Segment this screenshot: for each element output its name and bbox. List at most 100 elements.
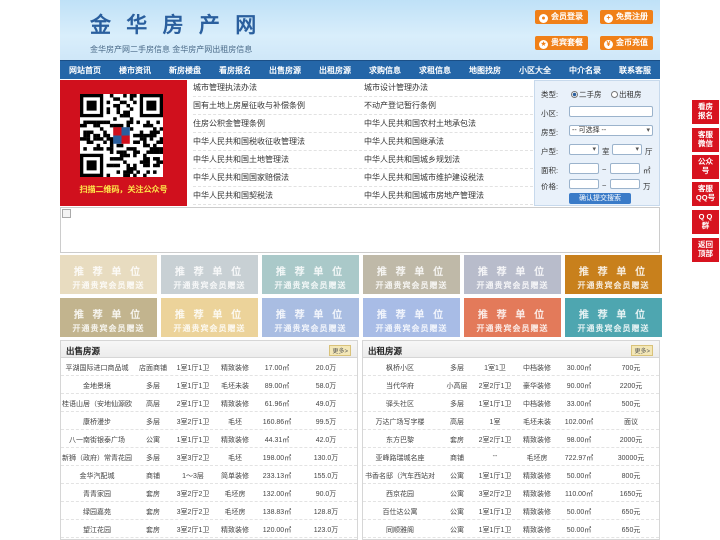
nav-item[interactable]: 新房楼盘 (160, 61, 210, 79)
listing-cell[interactable]: 百仕达公寓 (363, 507, 437, 517)
nav-item[interactable]: 中介名录 (560, 61, 610, 79)
listing-row[interactable]: 枫桥小区 多层 1室1卫 中档装修 30.00㎡ 700元 (363, 358, 659, 376)
price-min-input[interactable] (569, 179, 599, 189)
listing-cell[interactable]: 当代华府 (363, 381, 437, 391)
area-max-input[interactable] (610, 163, 640, 174)
community-input[interactable] (569, 106, 653, 117)
policy-link[interactable]: 中华人民共和国农村土地承包法 (364, 118, 476, 129)
coin-recharge-button[interactable]: ¥ 金币充值 (600, 36, 653, 50)
nav-item[interactable]: 看房报名 (210, 61, 260, 79)
house-type-select[interactable]: -- 可选择 -- (569, 125, 653, 136)
listing-row[interactable]: 同顺雅阁 公寓 1室1厅1卫 精致装修 50.00㎡ 650元 (363, 520, 659, 538)
side-float-button[interactable]: 客服 QQ号 (692, 182, 719, 206)
policy-link[interactable]: 不动产登记暂行条例 (364, 100, 436, 111)
recommend-tile[interactable]: 推 荐 单 位开通贵宾会员赠送 (464, 255, 561, 294)
register-button[interactable]: + 免费注册 (600, 10, 653, 24)
listing-cell[interactable]: 平湖国际进口商品城 (61, 363, 133, 373)
listing-cell[interactable]: 金地景境 (61, 381, 133, 391)
policy-link[interactable]: 中华人民共和国城市维护建设税法 (364, 172, 484, 183)
banner-ad[interactable] (60, 207, 660, 253)
recommend-tile[interactable]: 推 荐 单 位开通贵宾会员赠送 (262, 255, 359, 294)
nav-item[interactable]: 联系客服 (610, 61, 660, 79)
listing-row[interactable]: 万达广场写字楼 高层 1室 毛坯未装 102.00㎡ 面议 (363, 412, 659, 430)
listing-cell[interactable]: 西京花园 (363, 489, 437, 499)
nav-item[interactable]: 网站首页 (60, 61, 110, 79)
listing-cell[interactable]: 望江花园 (61, 525, 133, 535)
policy-link[interactable]: 中华人民共和国继承法 (364, 136, 444, 147)
recommend-tile[interactable]: 推 荐 单 位开通贵宾会员赠送 (363, 255, 460, 294)
listing-cell[interactable]: 万达广场写字楼 (363, 417, 437, 427)
listing-row[interactable]: 书香名邸（汽车西站对 公寓 1室1厅1卫 精致装修 50.00㎡ 800元 (363, 466, 659, 484)
policy-link[interactable]: 住房公积金管理条例 (193, 118, 265, 129)
listing-row[interactable]: 青青家园 套房 3室2厅2卫 毛坯房 132.00㎡ 90.0万 (61, 484, 357, 502)
policy-link[interactable]: 中华人民共和国土地管理法 (193, 154, 289, 165)
area-min-input[interactable] (569, 163, 599, 174)
nav-item[interactable]: 出售房源 (260, 61, 310, 79)
side-float-button[interactable]: 返回 顶部 (692, 238, 719, 262)
side-float-button[interactable]: 公众号 (692, 155, 719, 179)
listing-row[interactable]: 驿头社区 多层 1室1厅1卫 中档装修 33.00㎡ 500元 (363, 394, 659, 412)
vip-package-button[interactable]: ★ 贵宾套餐 (535, 36, 588, 50)
room-select[interactable] (569, 144, 599, 155)
listing-row[interactable]: 八一南街银泰广场 公寓 1室1厅1卫 精致装修 44.31㎡ 42.0万 (61, 430, 357, 448)
rent-more-link[interactable]: 更多> (631, 345, 653, 356)
listing-cell[interactable]: 驿头社区 (363, 399, 437, 409)
policy-link[interactable]: 城市设计管理办法 (364, 82, 428, 93)
nav-item[interactable]: 地图找房 (460, 61, 510, 79)
sale-more-link[interactable]: 更多> (329, 345, 351, 356)
recommend-tile[interactable]: 推 荐 单 位开通贵宾会员赠送 (363, 298, 460, 337)
hall-select[interactable] (612, 144, 642, 155)
listing-row[interactable]: 平湖国际进口商品城 店面商铺 1室1厅1卫 精致装修 17.00㎡ 20.0万 (61, 358, 357, 376)
listing-row[interactable]: 亚峰路瑞城名座 商铺 -- 毛坯房 722.97㎡ 30000元 (363, 448, 659, 466)
listing-cell[interactable]: 枫桥小区 (363, 363, 437, 373)
policy-link[interactable]: 城市管理执法办法 (193, 82, 257, 93)
login-button[interactable]: ● 会员登录 (535, 10, 588, 24)
radio-rent[interactable]: 出租房 (611, 89, 642, 100)
policy-link[interactable]: 中华人民共和国城乡规划法 (364, 154, 460, 165)
listing-row[interactable]: 东方巴黎 套房 2室2厅1卫 精致装修 98.00㎡ 2000元 (363, 430, 659, 448)
policy-link[interactable]: 国有土地上房屋征收与补偿条例 (193, 100, 305, 111)
listing-row[interactable]: 绿园嘉苑 套房 3室2厅2卫 毛坯房 138.83㎡ 128.8万 (61, 502, 357, 520)
listing-row[interactable]: 金华汽配城 商铺 1～3层 简单装修 233.13㎡ 155.0万 (61, 466, 357, 484)
search-submit-button[interactable]: 确认提交搜索 (569, 193, 631, 204)
listing-cell[interactable]: 绿园嘉苑 (61, 507, 133, 517)
listing-row[interactable]: 金地景境 多层 1室1厅1卫 毛坯未装 89.00㎡ 58.0万 (61, 376, 357, 394)
listing-row[interactable]: 新狮（政府）常青花园 多层 3室3厅2卫 毛坯 198.00㎡ 130.0万 (61, 448, 357, 466)
listing-cell[interactable]: 新狮（政府）常青花园 (61, 453, 133, 463)
recommend-tile[interactable]: 推 荐 单 位开通贵宾会员赠送 (262, 298, 359, 337)
nav-item[interactable]: 出租房源 (310, 61, 360, 79)
listing-cell[interactable]: 康桥漫步 (61, 417, 133, 427)
policy-link[interactable]: 中华人民共和国国家赔偿法 (193, 172, 289, 183)
recommend-tile[interactable]: 推 荐 单 位开通贵宾会员赠送 (161, 298, 258, 337)
listing-row[interactable]: 桂语山居（安地仙源欧 高层 2室1厅1卫 精致装修 61.96㎡ 49.0万 (61, 394, 357, 412)
listing-cell[interactable]: 桂语山居（安地仙源欧 (61, 399, 133, 409)
side-float-button[interactable]: 看房 报名 (692, 100, 719, 124)
nav-item[interactable]: 求租信息 (410, 61, 460, 79)
policy-link[interactable]: 中华人民共和国城市房地产管理法 (364, 190, 484, 201)
recommend-tile[interactable]: 推 荐 单 位开通贵宾会员赠送 (565, 298, 662, 337)
listing-row[interactable]: 当代华府 小高层 2室2厅1卫 豪华装修 90.00㎡ 2200元 (363, 376, 659, 394)
listing-cell[interactable]: 八一南街银泰广场 (61, 435, 133, 445)
recommend-tile[interactable]: 推 荐 单 位开通贵宾会员赠送 (60, 298, 157, 337)
policy-link[interactable]: 中华人民共和国税收征收管理法 (193, 136, 305, 147)
nav-item[interactable]: 小区大全 (510, 61, 560, 79)
site-logo[interactable]: 金 华 房 产 网 (90, 9, 260, 39)
listing-row[interactable]: 西京花园 公寓 3室2厅2卫 精致装修 110.00㎡ 1650元 (363, 484, 659, 502)
listing-row[interactable]: 康桥漫步 多层 3室2厅1卫 毛坯 160.86㎡ 99.5万 (61, 412, 357, 430)
listing-cell[interactable]: 同顺雅阁 (363, 525, 437, 535)
radio-second-hand[interactable]: 二手房 (571, 89, 602, 100)
price-max-input[interactable] (610, 179, 640, 189)
listing-cell[interactable]: 书香名邸（汽车西站对 (363, 471, 437, 481)
recommend-tile[interactable]: 推 荐 单 位开通贵宾会员赠送 (60, 255, 157, 294)
listing-cell[interactable]: 金华汽配城 (61, 471, 133, 481)
listing-cell[interactable]: 亚峰路瑞城名座 (363, 453, 437, 463)
side-float-button[interactable]: Q Q群 (692, 210, 719, 234)
recommend-tile[interactable]: 推 荐 单 位开通贵宾会员赠送 (161, 255, 258, 294)
nav-item[interactable]: 楼市资讯 (110, 61, 160, 79)
recommend-tile[interactable]: 推 荐 单 位开通贵宾会员赠送 (464, 298, 561, 337)
recommend-tile[interactable]: 推 荐 单 位开通贵宾会员赠送 (565, 255, 662, 294)
listing-row[interactable]: 百仕达公寓 公寓 1室1厅1卫 精致装修 50.00㎡ 650元 (363, 502, 659, 520)
listing-cell[interactable]: 青青家园 (61, 489, 133, 499)
nav-item[interactable]: 求购信息 (360, 61, 410, 79)
listing-cell[interactable]: 东方巴黎 (363, 435, 437, 445)
